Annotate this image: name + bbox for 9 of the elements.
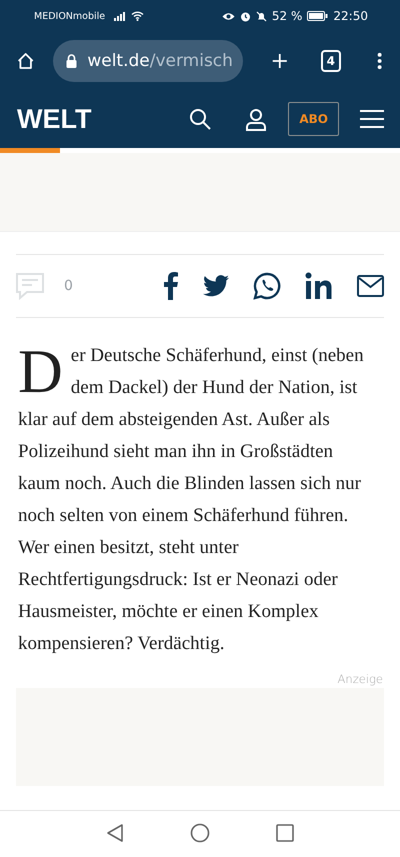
comment-count: 0	[64, 278, 73, 294]
tab-count-button[interactable]: 4	[320, 50, 341, 72]
subscribe-button[interactable]: ABO	[288, 102, 339, 136]
carrier-name: MEDIONmobile	[34, 10, 106, 22]
address-bar[interactable]: welt.de/vermisch	[53, 40, 244, 82]
clock: 22:50	[333, 9, 368, 23]
battery-percent: 52 %	[272, 9, 302, 23]
site-logo[interactable]: WELT	[17, 104, 92, 134]
ad-label: Anzeige	[338, 672, 383, 686]
